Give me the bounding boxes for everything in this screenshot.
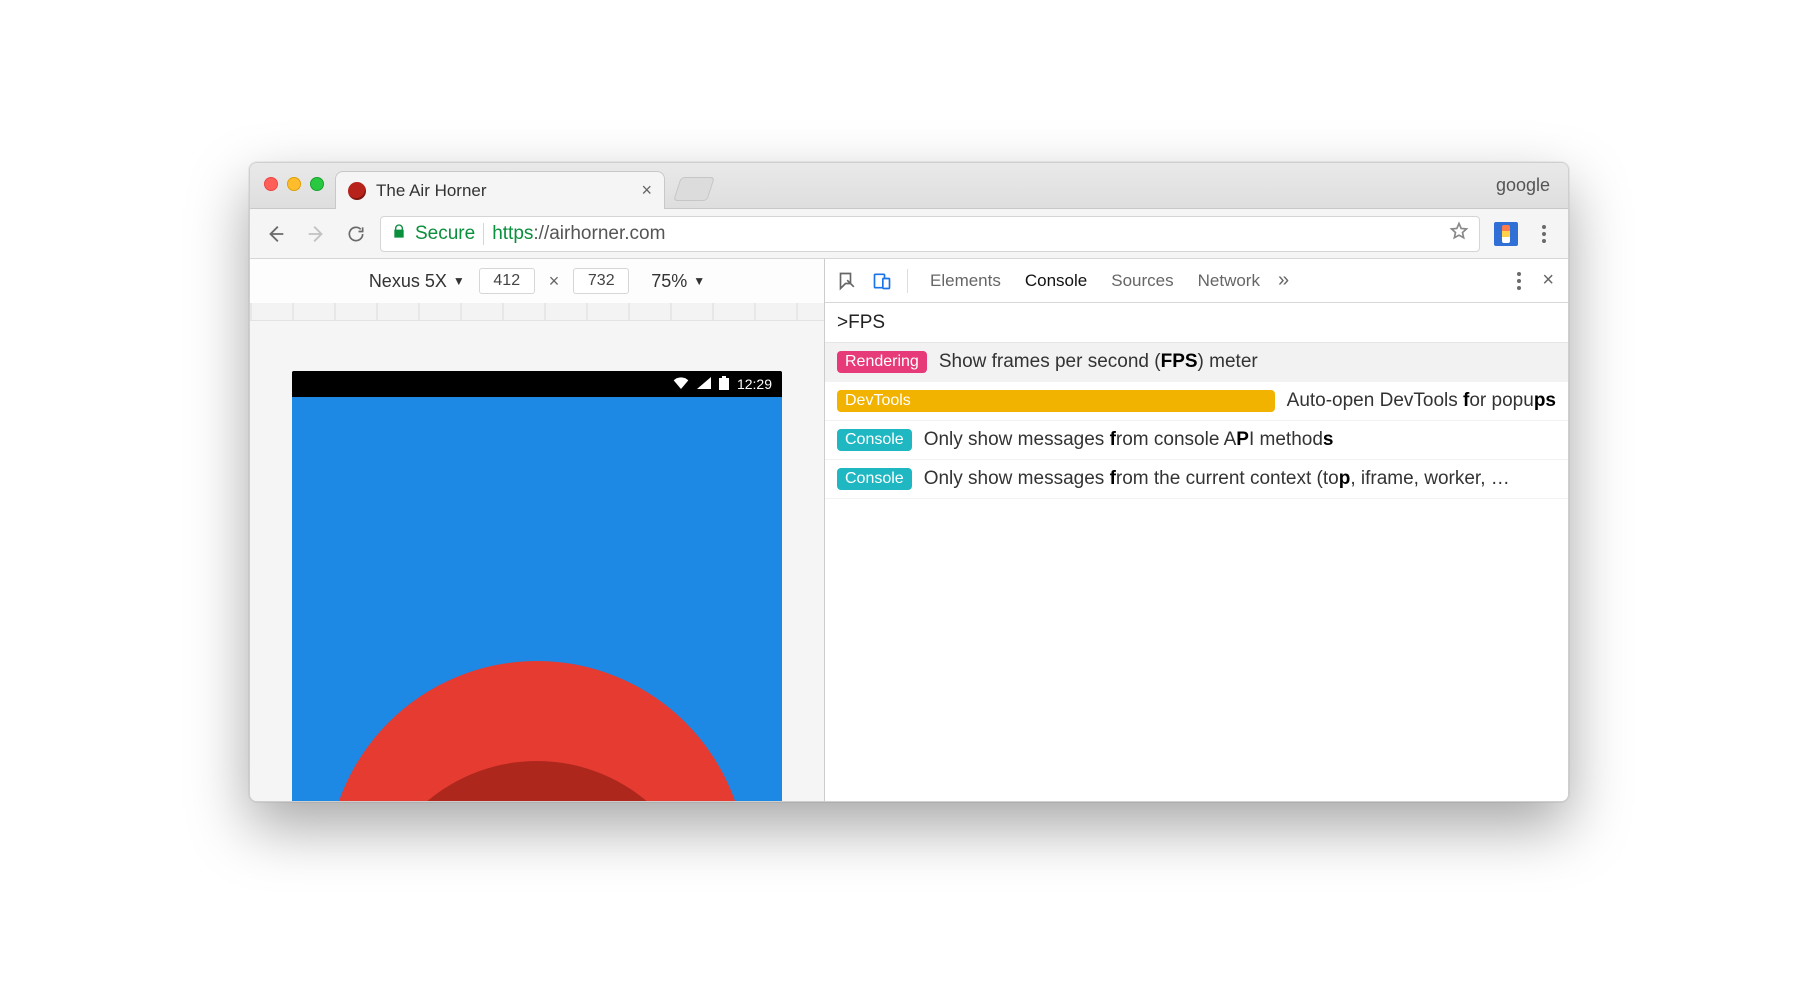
url-scheme: https xyxy=(492,223,533,244)
zoom-window-button[interactable] xyxy=(310,177,324,191)
battery-icon xyxy=(719,376,729,393)
url-host: ://airhorner.com xyxy=(533,223,665,244)
suggestion-text: Only show messages from console API meth… xyxy=(924,429,1334,451)
devtools-tab-sources[interactable]: Sources xyxy=(1099,259,1185,303)
arrow-right-icon xyxy=(305,223,327,245)
browser-tab[interactable]: The Air Horner × xyxy=(335,171,665,209)
wifi-icon xyxy=(673,376,689,392)
profile-label[interactable]: google xyxy=(1496,175,1550,196)
devtools-tab-network[interactable]: Network xyxy=(1186,259,1272,303)
window-titlebar: The Air Horner × google xyxy=(250,163,1568,209)
lock-icon xyxy=(391,223,407,245)
command-menu-input[interactable]: >FPS xyxy=(825,303,1568,343)
command-suggestion[interactable]: Console Only show messages from the curre… xyxy=(825,460,1568,499)
traffic-lights xyxy=(264,177,324,191)
command-menu-value: >FPS xyxy=(837,312,885,334)
cell-signal-icon xyxy=(697,376,711,392)
device-canvas: 12:29 xyxy=(250,321,824,801)
command-suggestion[interactable]: DevTools Auto-open DevTools for popups xyxy=(825,382,1568,421)
viewport-width-input[interactable] xyxy=(479,268,535,294)
devtools-pane: ElementsConsoleSourcesNetwork » × >FPS R… xyxy=(825,259,1568,801)
new-tab-button[interactable] xyxy=(673,177,715,201)
device-toolbar: Nexus 5X ▼ × 75% ▼ xyxy=(250,259,824,303)
suggestion-text: Only show messages from the current cont… xyxy=(924,468,1510,490)
devtools-tab-console[interactable]: Console xyxy=(1013,259,1099,303)
suggestion-badge: DevTools xyxy=(837,390,1275,412)
device-toggle-button[interactable] xyxy=(867,266,897,296)
tab-close-icon[interactable]: × xyxy=(641,180,652,201)
bookmark-star-icon[interactable] xyxy=(1449,221,1469,247)
suggestion-badge: Console xyxy=(837,468,912,490)
command-suggestion[interactable]: Console Only show messages from console A… xyxy=(825,421,1568,460)
dimension-multiply-icon: × xyxy=(549,271,560,292)
devtools-tab-elements[interactable]: Elements xyxy=(918,259,1013,303)
viewport-ruler xyxy=(250,303,824,321)
reload-icon xyxy=(346,224,366,244)
device-select[interactable]: Nexus 5X ▼ xyxy=(369,271,465,292)
suggestion-badge: Console xyxy=(837,429,912,451)
devtools-tabbar: ElementsConsoleSourcesNetwork » × xyxy=(825,259,1568,303)
forward-button[interactable] xyxy=(300,218,332,250)
omnibox-separator xyxy=(483,223,484,245)
inspect-element-button[interactable] xyxy=(833,266,863,296)
more-tabs-button[interactable]: » xyxy=(1278,269,1289,292)
lighthouse-extension-icon[interactable] xyxy=(1494,222,1518,246)
browser-menu-button[interactable] xyxy=(1530,225,1558,243)
devtools-menu-button[interactable] xyxy=(1508,272,1530,290)
chevron-down-icon: ▼ xyxy=(451,274,465,288)
devtools-panel-tabs: ElementsConsoleSourcesNetwork xyxy=(918,259,1272,303)
zoom-label: 75% xyxy=(651,271,687,292)
command-suggestion[interactable]: Rendering Show frames per second (FPS) me… xyxy=(825,343,1568,382)
close-window-button[interactable] xyxy=(264,177,278,191)
reload-button[interactable] xyxy=(340,218,372,250)
suggestion-text: Auto-open DevTools for popups xyxy=(1287,390,1556,412)
arrow-left-icon xyxy=(265,223,287,245)
chevron-down-icon: ▼ xyxy=(691,274,705,288)
emulated-device-screen[interactable]: 12:29 xyxy=(292,371,782,801)
url-text: https://airhorner.com xyxy=(492,223,665,245)
tab-title: The Air Horner xyxy=(376,181,487,201)
secure-label: Secure xyxy=(415,223,475,245)
minimize-window-button[interactable] xyxy=(287,177,301,191)
page-viewport-pane: Nexus 5X ▼ × 75% ▼ xyxy=(250,259,825,801)
browser-window: The Air Horner × google Secure xyxy=(249,162,1569,802)
content-area: Nexus 5X ▼ × 75% ▼ xyxy=(250,259,1568,801)
zoom-select[interactable]: 75% ▼ xyxy=(651,271,705,292)
inspect-cursor-icon xyxy=(838,271,858,291)
status-time: 12:29 xyxy=(737,376,772,392)
devtools-separator xyxy=(907,269,908,293)
device-icon xyxy=(872,271,892,291)
device-name-label: Nexus 5X xyxy=(369,271,447,292)
address-bar: Secure https://airhorner.com xyxy=(250,209,1568,259)
command-menu-suggestions: Rendering Show frames per second (FPS) me… xyxy=(825,343,1568,499)
tab-favicon-icon xyxy=(348,182,366,200)
devtools-close-button[interactable]: × xyxy=(1536,269,1560,292)
omnibox[interactable]: Secure https://airhorner.com xyxy=(380,216,1480,252)
android-status-bar: 12:29 xyxy=(292,371,782,397)
back-button[interactable] xyxy=(260,218,292,250)
suggestion-badge: Rendering xyxy=(837,351,927,373)
suggestion-text: Show frames per second (FPS) meter xyxy=(939,351,1258,373)
viewport-height-input[interactable] xyxy=(573,268,629,294)
